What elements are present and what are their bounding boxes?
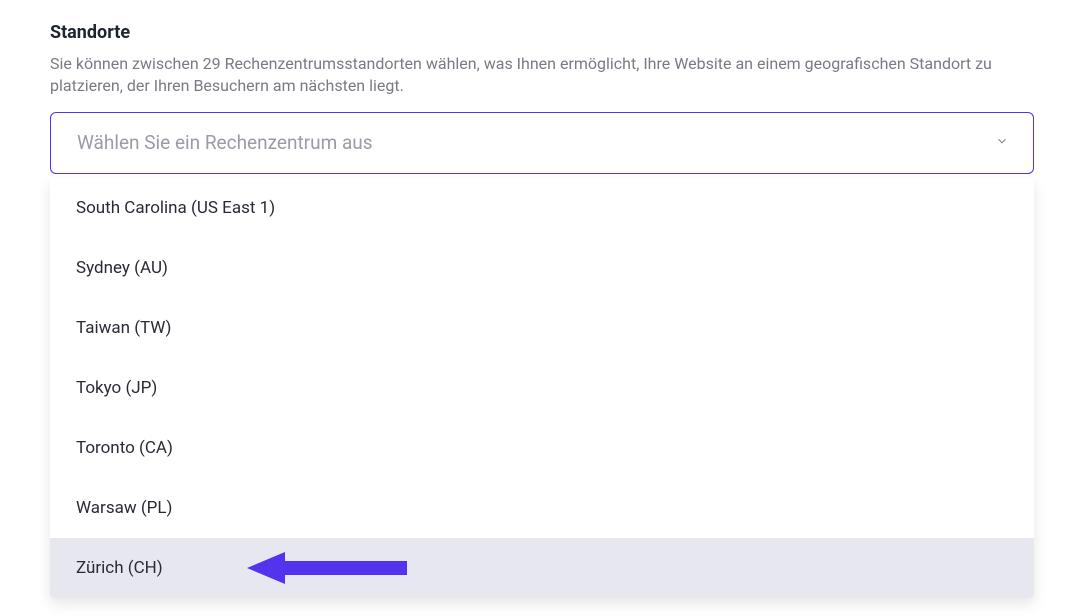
option-label: Taiwan (TW) bbox=[76, 318, 171, 338]
datacenter-option[interactable]: Sydney (AU) bbox=[50, 238, 1034, 298]
section-heading: Standorte bbox=[50, 22, 1034, 43]
arrow-left-icon bbox=[247, 550, 407, 586]
option-label: Tokyo (JP) bbox=[76, 378, 157, 398]
option-label: Toronto (CA) bbox=[76, 438, 173, 458]
datacenter-option[interactable]: Warsaw (PL) bbox=[50, 478, 1034, 538]
option-label: Sydney (AU) bbox=[76, 258, 168, 278]
datacenter-option[interactable]: Zürich (CH) bbox=[50, 538, 1034, 598]
option-label: South Carolina (US East 1) bbox=[76, 198, 275, 218]
datacenter-option[interactable]: Tokyo (JP) bbox=[50, 358, 1034, 418]
datacenter-dropdown: South Carolina (US East 1) Sydney (AU) Tai… bbox=[50, 178, 1034, 598]
option-label: Zürich (CH) bbox=[76, 558, 163, 578]
locations-section: Standorte Sie können zwischen 29 Rechenz… bbox=[0, 0, 1084, 598]
chevron-down-icon bbox=[995, 133, 1009, 152]
datacenter-option[interactable]: South Carolina (US East 1) bbox=[50, 178, 1034, 238]
datacenter-option[interactable]: Taiwan (TW) bbox=[50, 298, 1034, 358]
select-placeholder: Wählen Sie ein Rechenzentrum aus bbox=[77, 131, 373, 154]
datacenter-option[interactable]: Toronto (CA) bbox=[50, 418, 1034, 478]
option-label: Warsaw (PL) bbox=[76, 498, 172, 518]
section-description: Sie können zwischen 29 Rechenzentrumssta… bbox=[50, 53, 1034, 98]
datacenter-select[interactable]: Wählen Sie ein Rechenzentrum aus bbox=[50, 112, 1034, 174]
